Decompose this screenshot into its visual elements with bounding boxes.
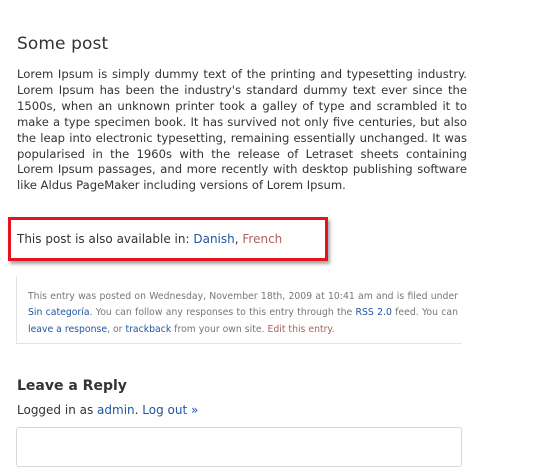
post-metadata-text: This entry was posted on Wednesday, Nove… [28, 289, 458, 338]
edit-entry-link[interactable]: Edit this entry [267, 324, 331, 335]
rss-link[interactable]: RSS 2.0 [356, 307, 392, 318]
postmeta-text-1: This entry was posted on Wednesday, Nove… [28, 291, 458, 302]
trackback-link[interactable]: trackback [125, 324, 171, 335]
post-title[interactable]: Some post [17, 34, 108, 54]
leave-reply-heading: Leave a Reply [17, 378, 127, 394]
logged-in-label: Logged in as [17, 403, 98, 417]
postmeta-text-3: feed. You can [391, 307, 458, 319]
postmeta-text-5: from your own site. [171, 323, 268, 335]
comment-textarea[interactable] [16, 427, 462, 467]
category-link[interactable]: Sin categoría [28, 307, 90, 318]
previous-nav-link-fragment[interactable] [16, 0, 56, 4]
postmeta-text-2: . You can follow any responses to this e… [89, 307, 356, 319]
post-metadata-box: This entry was posted on Wednesday, Nove… [16, 276, 462, 344]
user-profile-link[interactable]: admin [97, 403, 135, 417]
logout-link[interactable]: Log out » [142, 403, 198, 417]
logged-in-line: Logged in as admin. Log out » [17, 403, 198, 417]
postmeta-text-4: , or [107, 323, 126, 335]
post-content: Lorem Ipsum is simply dummy text of the … [17, 67, 467, 193]
leave-response-link[interactable]: leave a response [28, 324, 107, 335]
postmeta-text-6: . [331, 323, 335, 335]
highlight-annotation-box [8, 217, 328, 261]
